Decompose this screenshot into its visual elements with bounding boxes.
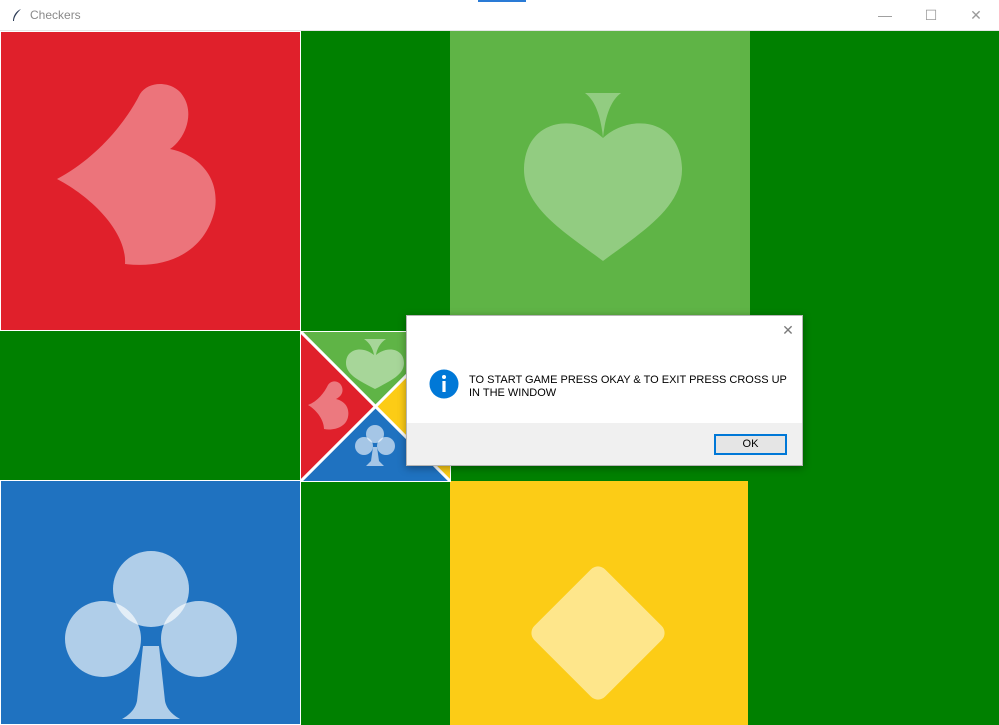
home-green: [450, 31, 750, 331]
feather-icon: [13, 9, 21, 21]
diamond-icon: [531, 566, 665, 700]
dialog-close-button[interactable]: ✕: [780, 322, 796, 338]
home-blue: [0, 480, 301, 725]
title-accent: [478, 0, 526, 2]
spade-icon: [523, 93, 683, 261]
close-window-button[interactable]: ✕: [953, 0, 999, 31]
ok-button[interactable]: OK: [714, 434, 787, 455]
dialog-message: TO START GAME PRESS OKAY & TO EXIT PRESS…: [469, 374, 787, 399]
club-icon: [65, 551, 237, 719]
info-icon: [429, 369, 459, 399]
heart-icon: [57, 84, 216, 265]
home-yellow: [450, 481, 748, 725]
info-dialog: ✕ TO START GAME PRESS OKAY & TO EXIT PRE…: [406, 315, 803, 466]
dialog-footer: OK: [407, 423, 802, 465]
home-red: [0, 31, 301, 331]
title-bar: Checkers — ☐ ✕: [0, 0, 999, 31]
maximize-button[interactable]: ☐: [908, 0, 954, 31]
window-title: Checkers: [30, 8, 81, 22]
minimize-button[interactable]: —: [862, 0, 908, 31]
